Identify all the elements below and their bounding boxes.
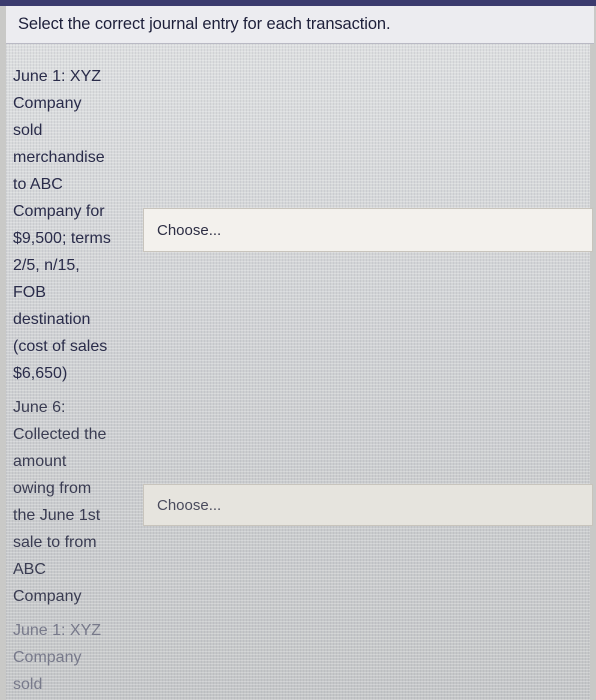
instruction-text: Select the correct journal entry for eac… [18,15,391,33]
select-2-value: Choose... [157,497,222,514]
question-3-line: sold [13,676,43,693]
journal-entry-select-2[interactable]: Choose... [143,484,593,526]
question-2-line: amount [13,453,67,470]
question-2-line: the June 1st [13,507,101,524]
question-2-line: owing from [13,480,92,497]
select-1-value: Choose... [157,222,222,239]
question-1-line: FOB [13,284,46,301]
question-3-line: Company [13,649,82,666]
question-1-line: $6,650) [13,365,68,382]
question-1-line: destination [13,311,91,328]
journal-entry-select-1[interactable]: Choose... [143,208,593,252]
question-2-line: June 6: [13,399,66,416]
question-1-line: merchandise [13,149,105,166]
question-1-line: 2/5, n/15, [13,257,80,274]
question-1-line: to ABC [13,176,63,193]
question-3-line: June 1: XYZ [13,622,102,639]
instruction-header: Select the correct journal entry for eac… [6,6,594,44]
question-1-line: sold [13,122,43,139]
question-2-line: ABC [13,561,46,578]
question-2-line: sale to from [13,534,97,551]
question-2-line: Collected the [13,426,107,443]
question-1-line: Company for [13,203,105,220]
question-1-text: June 1: XYZ Company sold merchandise to … [13,63,135,387]
question-3-text: June 1: XYZ Company sold [13,617,135,698]
question-1-line: $9,500; terms [13,230,111,247]
question-2-line: Company [13,588,82,605]
question-1-line: (cost of sales [13,338,108,355]
question-1-line: June 1: XYZ [13,68,102,85]
question-1-line: Company [13,95,82,112]
question-2-text: June 6: Collected the amount owing from … [13,394,135,610]
